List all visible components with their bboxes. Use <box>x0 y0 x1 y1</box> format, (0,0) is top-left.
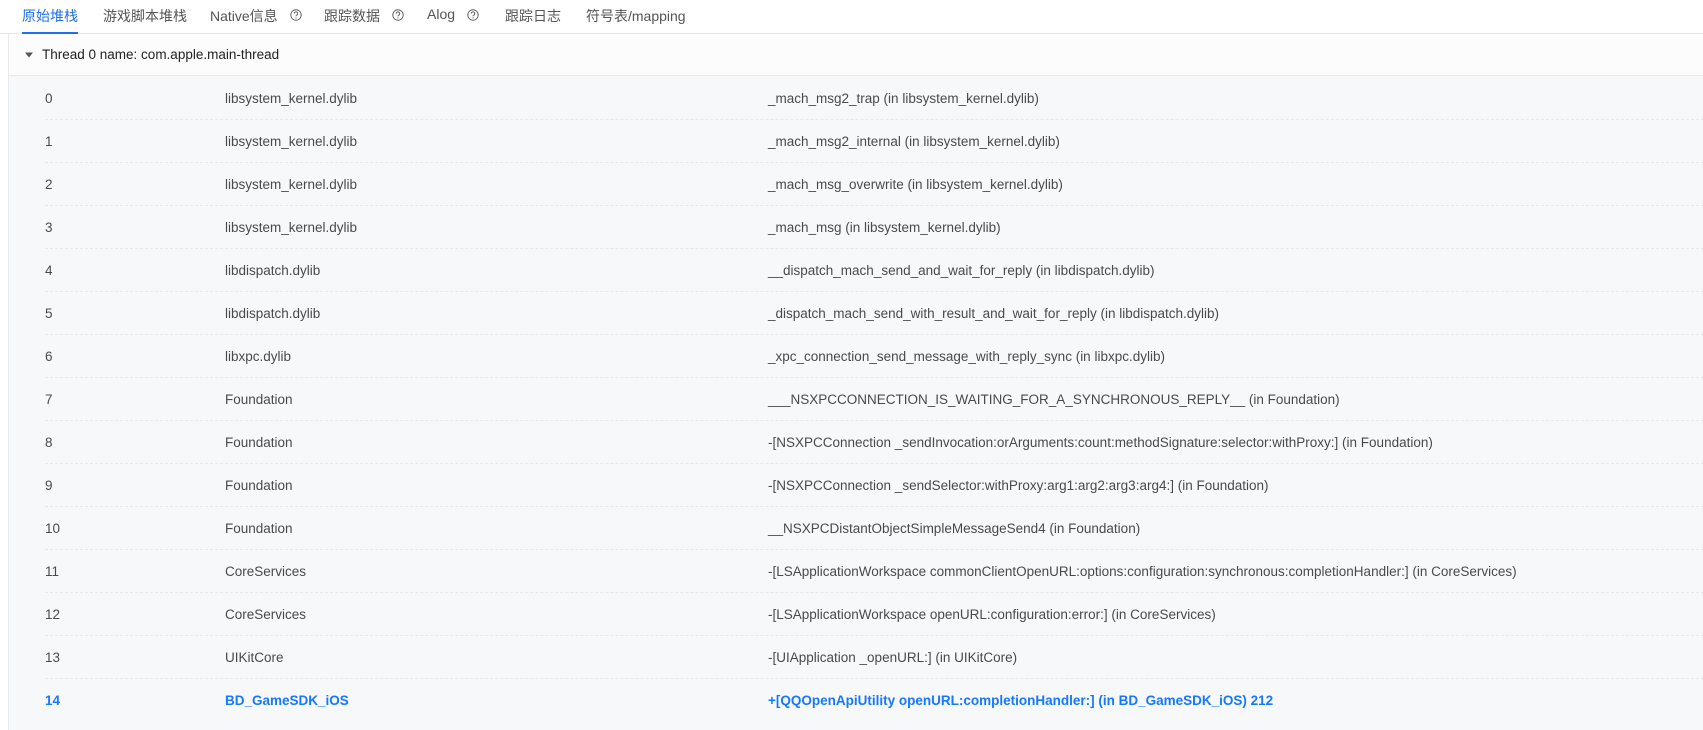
table-row[interactable]: 5 libdispatch.dylib _dispatch_mach_send_wi… <box>45 292 1703 335</box>
frame-library: Foundation <box>225 477 293 493</box>
frame-library: UIKitCore <box>225 649 284 665</box>
tab-5[interactable]: 跟踪日志 <box>505 0 561 33</box>
tab-6[interactable]: 符号表/mapping <box>586 0 686 33</box>
frame-index: 9 <box>45 477 53 493</box>
frame-library: BD_GameSDK_iOS <box>225 693 349 708</box>
frame-library: libsystem_kernel.dylib <box>225 219 358 235</box>
frame-index: 5 <box>45 305 53 321</box>
frame-index: 1 <box>45 133 53 149</box>
table-row[interactable]: 7 Foundation ___NSXPCCONNECTION_IS_WAITING… <box>45 378 1703 421</box>
frame-symbol: _mach_msg_overwrite (in libsystem_kernel… <box>768 176 1063 192</box>
stack-panel: Thread 0 name: com.apple.main-thread 0 li… <box>8 34 1703 730</box>
table-row[interactable]: 9 Foundation -[NSXPCConnection _sendSelect… <box>45 464 1703 507</box>
frame-index: 7 <box>45 391 53 407</box>
frame-library: Foundation <box>225 391 293 407</box>
question-circle-icon[interactable] <box>289 9 302 21</box>
frame-symbol: -[LSApplicationWorkspace openURL:configu… <box>768 606 1216 622</box>
frame-index: 12 <box>45 606 61 622</box>
frame-library: libxpc.dylib <box>225 348 292 364</box>
table-row[interactable]: 14 BD_GameSDK_iOS +[QQOpenApiUtility openU… <box>45 679 1703 722</box>
tab-label: 跟踪日志 <box>505 8 561 24</box>
frame-index: 6 <box>45 348 53 364</box>
table-row[interactable]: 8 Foundation -[NSXPCConnection _sendInvoca… <box>45 421 1703 464</box>
tab-label: 游戏脚本堆栈 <box>103 8 187 24</box>
table-row[interactable]: 12 CoreServices -[LSApplicationWorkspace o… <box>45 593 1703 636</box>
frame-library: libdispatch.dylib <box>225 262 321 278</box>
frame-index: 0 <box>45 90 53 106</box>
frame-symbol: _mach_msg2_trap (in libsystem_kernel.dyl… <box>768 90 1039 106</box>
tab-3[interactable]: 跟踪数据 <box>324 0 404 33</box>
table-row[interactable]: 13 UIKitCore -[UIApplication _openURL:] (i… <box>45 636 1703 679</box>
frame-index: 3 <box>45 219 53 235</box>
table-row[interactable]: 10 Foundation __NSXPCDistantObjectSimpleMe… <box>45 507 1703 550</box>
frame-symbol: -[NSXPCConnection _sendInvocation:orArgu… <box>768 434 1433 450</box>
tab-2[interactable]: Native信息 <box>210 0 302 33</box>
table-row[interactable]: 2 libsystem_kernel.dylib _mach_msg_overwri… <box>45 163 1703 206</box>
tab-0[interactable]: 原始堆栈 <box>22 0 78 34</box>
table-row[interactable]: 3 libsystem_kernel.dylib _mach_msg (in lib… <box>45 206 1703 249</box>
frame-library: CoreServices <box>225 606 307 622</box>
thread-header[interactable]: Thread 0 name: com.apple.main-thread <box>9 34 1703 76</box>
frame-index: 4 <box>45 262 53 278</box>
frame-index: 13 <box>45 649 61 665</box>
question-circle-icon[interactable] <box>392 9 404 21</box>
table-row[interactable]: 6 libxpc.dylib _xpc_connection_send_messag… <box>45 335 1703 378</box>
frame-symbol: _mach_msg (in libsystem_kernel.dylib) <box>768 219 1001 235</box>
frame-index: 14 <box>45 693 61 708</box>
frame-symbol: -[UIApplication _openURL:] (in UIKitCore… <box>768 649 1018 665</box>
frame-list: 0 libsystem_kernel.dylib _mach_msg2_trap (… <box>45 77 1703 722</box>
frame-symbol: -[NSXPCConnection _sendSelector:withProx… <box>768 477 1269 493</box>
table-row[interactable]: 0 libsystem_kernel.dylib _mach_msg2_trap (… <box>45 77 1703 120</box>
frame-symbol: ___NSXPCCONNECTION_IS_WAITING_FOR_A_SYNC… <box>768 391 1340 407</box>
frame-library: Foundation <box>225 520 293 536</box>
frame-library: libsystem_kernel.dylib <box>225 176 358 192</box>
caret-down-icon <box>25 52 33 57</box>
table-row[interactable]: 1 libsystem_kernel.dylib _mach_msg2_intern… <box>45 120 1703 163</box>
frame-symbol: __NSXPCDistantObjectSimpleMessageSend4 (… <box>768 520 1141 536</box>
frame-index: 11 <box>45 563 60 579</box>
frame-index: 10 <box>45 520 61 536</box>
tab-label: Alog <box>427 6 456 22</box>
tab-bar: 原始堆栈 游戏脚本堆栈 Native信息 跟踪数据 Alog 跟踪日志 符号表/mappin… <box>0 0 1703 34</box>
frame-index: 8 <box>45 434 53 450</box>
question-circle-icon[interactable] <box>467 9 479 21</box>
tab-label: 符号表/mapping <box>586 8 686 24</box>
frame-symbol: +[QQOpenApiUtility openURL:completionHan… <box>768 693 1274 708</box>
frame-symbol: -[LSApplicationWorkspace commonClientOpe… <box>768 563 1517 579</box>
frame-library: Foundation <box>225 434 293 450</box>
frame-library: libdispatch.dylib <box>225 305 321 321</box>
thread-title: Thread 0 name: com.apple.main-thread <box>42 47 280 62</box>
tab-4[interactable]: Alog <box>427 0 479 33</box>
frame-library: libsystem_kernel.dylib <box>225 90 358 106</box>
frame-library: libsystem_kernel.dylib <box>225 133 358 149</box>
frame-symbol: __dispatch_mach_send_and_wait_for_reply … <box>768 262 1155 278</box>
frame-symbol: _xpc_connection_send_message_with_reply_… <box>768 348 1165 364</box>
tab-label: Native信息 <box>210 8 278 24</box>
frame-index: 2 <box>45 176 53 192</box>
tab-label: 原始堆栈 <box>22 8 78 24</box>
table-row[interactable]: 4 libdispatch.dylib __dispatch_mach_send_a… <box>45 249 1703 292</box>
tab-label: 跟踪数据 <box>324 8 380 24</box>
frame-symbol: _mach_msg2_internal (in libsystem_kernel… <box>768 133 1060 149</box>
table-row[interactable]: 11 CoreServices -[LSApplicationWorkspace c… <box>45 550 1703 593</box>
frame-library: CoreServices <box>225 563 307 579</box>
tab-1[interactable]: 游戏脚本堆栈 <box>103 0 187 33</box>
frame-symbol: _dispatch_mach_send_with_result_and_wait… <box>768 305 1220 321</box>
